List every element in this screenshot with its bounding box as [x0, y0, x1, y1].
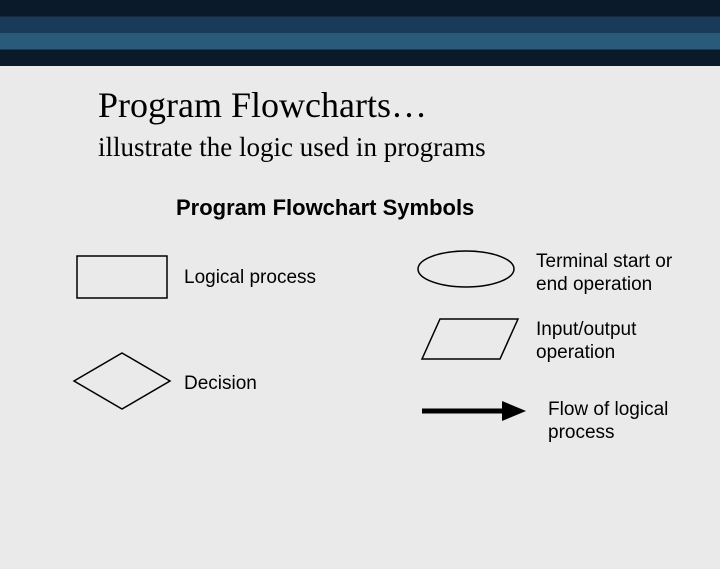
flow-label: Flow of logical process [548, 399, 688, 445]
diamond-icon [72, 351, 172, 411]
parallelogram-icon [420, 317, 520, 361]
section-title: Program Flowchart Symbols [176, 195, 720, 221]
arrow-icon [420, 399, 530, 423]
terminal-label: Terminal start or end operation [536, 251, 696, 297]
logical-process-label: Logical process [184, 267, 316, 290]
symbols-area: Logical process Terminal start or end op… [0, 249, 720, 569]
input-output-label: Input/output operation [536, 319, 686, 365]
slide-subtitle: illustrate the logic used in programs [98, 132, 720, 163]
ellipse-icon [416, 249, 516, 289]
slide-title: Program Flowcharts… [98, 84, 720, 126]
header-band [0, 0, 720, 66]
decision-label: Decision [184, 373, 257, 396]
rectangle-icon [76, 255, 168, 299]
